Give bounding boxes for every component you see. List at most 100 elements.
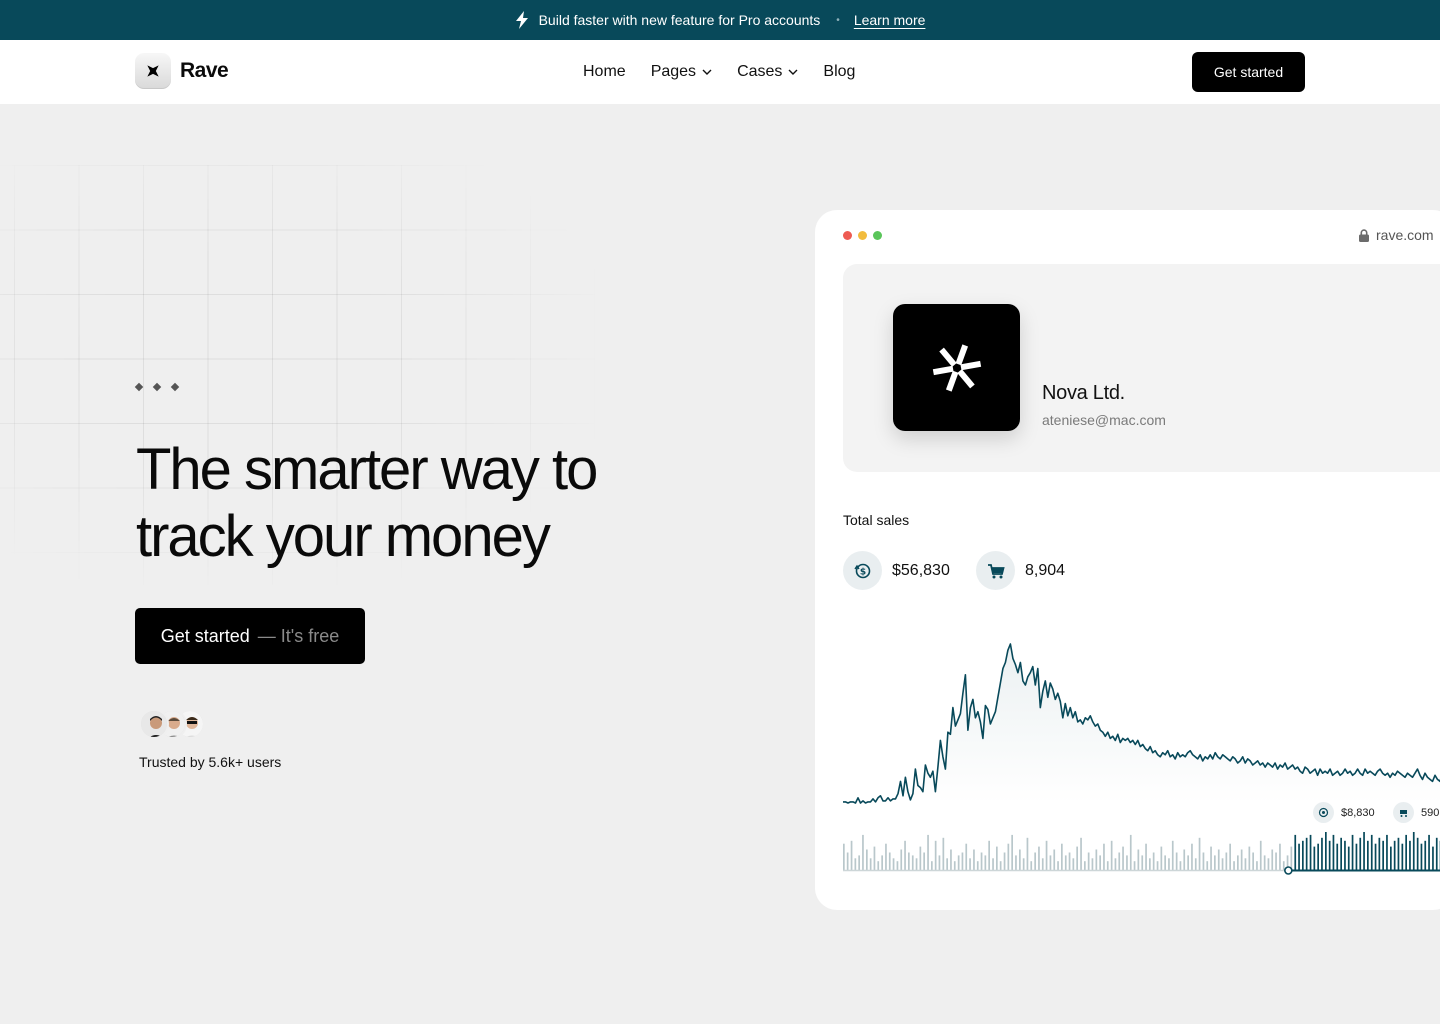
volume-bar [1041, 858, 1044, 870]
volume-bar [1267, 858, 1270, 870]
logo-text: Rave [180, 59, 229, 82]
volume-bar [888, 852, 891, 870]
volume-bar [1294, 834, 1297, 870]
volume-bar [1317, 843, 1319, 870]
url-text: rave.com [1376, 227, 1434, 243]
volume-bar [973, 849, 975, 870]
volume-bar [1187, 855, 1189, 870]
volume-bar [1141, 855, 1144, 870]
volume-bar [1401, 843, 1404, 870]
hero-title: The smarter way to track your money [136, 436, 696, 570]
volume-bar [1355, 843, 1358, 870]
volume-bar [858, 855, 860, 870]
volume-bar [1424, 840, 1427, 870]
total-sales-label: Total sales [843, 512, 910, 528]
volume-bar [1099, 855, 1101, 870]
volume-bar [1191, 843, 1193, 870]
volume-bar [1263, 855, 1266, 870]
volume-bar [927, 834, 929, 870]
volume-bar [1007, 843, 1010, 870]
chart-area [843, 644, 1440, 804]
volume-bar [1091, 858, 1094, 870]
volume-bar [1336, 843, 1339, 870]
volume-bar [1076, 846, 1078, 870]
volume-bar [904, 840, 906, 870]
volume-bar [988, 840, 990, 870]
volume-bar [938, 855, 941, 870]
volume-bar [931, 861, 933, 870]
volume-bar [1168, 858, 1170, 870]
volume-bar [854, 858, 857, 870]
volume-bar [1351, 834, 1354, 870]
volume-bar [1011, 834, 1013, 870]
company-email: ateniese@mac.com [1042, 412, 1166, 428]
volume-bar [1194, 858, 1197, 870]
volume-bar [1057, 861, 1059, 870]
volume-bar [1420, 843, 1423, 870]
volume-bar [1432, 846, 1434, 870]
volume-bar [1149, 858, 1151, 870]
mini-amount-stat: $8,830 [1313, 802, 1375, 823]
volume-bar [1409, 840, 1411, 870]
volume-bar [1087, 852, 1090, 870]
volume-bar [1347, 846, 1350, 870]
volume-bar [1259, 840, 1262, 870]
volume-bar [1370, 834, 1373, 870]
volume-bar [1164, 855, 1166, 870]
trusted-text: Trusted by 5.6k+ users [139, 754, 282, 770]
nav-item-cases[interactable]: Cases [737, 63, 798, 81]
volume-bar [1126, 855, 1128, 870]
volume-bar [885, 843, 887, 870]
volume-bar [976, 861, 979, 870]
volume-bar [1068, 852, 1071, 870]
currency-exchange-icon: $ [843, 551, 882, 590]
volume-bar [1106, 861, 1109, 870]
nav-item-label: Cases [737, 63, 783, 80]
get-started-nav-button[interactable]: Get started [1192, 52, 1305, 92]
volume-bar [911, 855, 914, 870]
volume-bar [1103, 843, 1105, 870]
volume-bar [1122, 846, 1124, 870]
volume-bar [1305, 837, 1308, 870]
volume-bar [1206, 861, 1209, 870]
volume-bar [1229, 843, 1231, 870]
nav-item-pages[interactable]: Pages [651, 63, 712, 81]
volume-bar [1386, 834, 1388, 870]
volume-bar [1022, 858, 1025, 870]
volume-bar [1252, 852, 1254, 870]
mini-orders-stat: 590 [1393, 802, 1439, 823]
volume-bar [1152, 852, 1155, 870]
shopping-cart-icon [1393, 802, 1414, 823]
volume-bar [961, 852, 964, 870]
volume-bar [1428, 834, 1430, 870]
learn-more-link[interactable]: Learn more [854, 12, 926, 28]
volume-bar [1298, 843, 1300, 870]
nav-item-blog[interactable]: Blog [823, 63, 855, 81]
volume-bar [1256, 861, 1258, 870]
volume-bar [1374, 843, 1377, 870]
svg-text:$: $ [859, 567, 865, 577]
volume-bar [1038, 846, 1040, 870]
volume-bar [1332, 834, 1335, 870]
decorative-dots [134, 382, 180, 392]
announcement-separator: • [836, 14, 840, 26]
volume-bar [1435, 837, 1438, 870]
volume-bar [881, 855, 883, 870]
logo[interactable]: Rave [135, 53, 229, 89]
nav-item-home[interactable]: Home [583, 63, 626, 81]
volume-bar [866, 849, 868, 870]
volume-bar [1156, 861, 1159, 870]
volume-bar [984, 855, 987, 870]
close-dot [843, 231, 852, 240]
range-handle[interactable] [1284, 866, 1293, 875]
volume-bar [1405, 834, 1407, 870]
announcement-bar: Build faster with new feature for Pro ac… [0, 0, 1440, 40]
volume-bar [1282, 861, 1285, 870]
address-bar: rave.com [1358, 227, 1434, 243]
volume-bar [1313, 846, 1316, 870]
shopping-cart-icon [976, 551, 1015, 590]
volume-bar [869, 858, 872, 870]
get-started-hero-button[interactable]: Get started — It's free [135, 608, 365, 664]
volume-bar [1118, 852, 1121, 870]
volume-bar [1171, 840, 1174, 870]
